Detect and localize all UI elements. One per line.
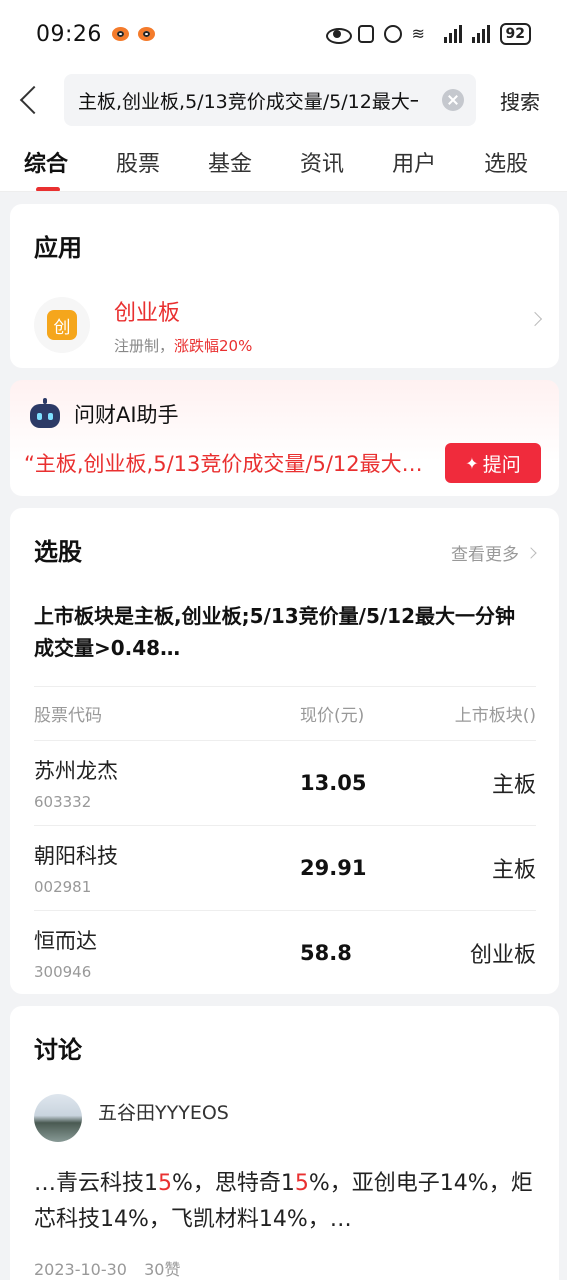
stock-picker-card: 选股 查看更多 上市板块是主板,创业板;5/13竞价量/5/12最大一分钟成交量… (10, 508, 559, 994)
search-box[interactable]: 主板,创业板,5/13竞价成交量/5/12最大一分钟成交量 (64, 74, 476, 126)
picker-table: 股票代码 现价(元) 上市板块() 苏州龙杰 603332 13.05 主板 朝阳… (34, 686, 536, 995)
app-name: 创业板 (114, 300, 181, 326)
avatar[interactable] (34, 1094, 82, 1142)
status-bar: 09:26 ≋ 92 (0, 0, 567, 68)
stock-name: 朝阳科技 (34, 844, 118, 868)
view-more-link[interactable]: 查看更多 (451, 540, 537, 565)
stock-code: 002981 (34, 878, 92, 896)
post-meta: 2023-10-30 30赞 (34, 1256, 180, 1280)
signal-icon (443, 25, 462, 43)
search-button[interactable]: 搜索 (500, 86, 540, 115)
stock-board: 创业板 (469, 943, 536, 968)
search-header: 主板,创业板,5/13竞价成交量/5/12最大一分钟成交量 搜索 (0, 68, 567, 132)
nfc-icon (357, 25, 374, 43)
stock-code: 300946 (34, 963, 92, 981)
wifi-icon: ≋ (411, 24, 425, 43)
stock-name: 苏州龙杰 (34, 759, 118, 783)
weibo-icon (136, 25, 158, 43)
ai-query[interactable]: “主板,创业板,5/13竞价成交量/5/12最大一分钟成交量 (24, 448, 434, 478)
username[interactable]: 五谷田YYYEOS (98, 1098, 229, 1125)
app-desc: 注册制，涨跌幅20% (114, 336, 253, 355)
tab-comprehensive[interactable]: 综合 (24, 146, 68, 191)
weibo-icon (110, 25, 132, 43)
discussion-title: 讨论 (34, 1036, 82, 1064)
status-time: 09:26 (36, 21, 102, 47)
stock-price: 58.8 (300, 941, 352, 965)
stock-price: 13.05 (300, 771, 367, 795)
post-date: 2023-10-30 (34, 1260, 127, 1279)
post-likes: 30赞 (144, 1260, 181, 1279)
search-input[interactable]: 主板,创业板,5/13竞价成交量/5/12最大一分钟成交量 (78, 87, 418, 114)
battery-indicator: 92 (499, 23, 531, 45)
app-item-chinext[interactable]: 创 创业板 注册制，涨跌幅20% (34, 290, 544, 360)
picker-criteria[interactable]: 上市板块是主板,创业板;5/13竞价量/5/12最大一分钟成交量>0.48… (34, 600, 534, 664)
status-icons: ≋ 92 (325, 23, 531, 45)
tab-news[interactable]: 资讯 (300, 146, 344, 178)
chevron-right-icon (527, 311, 543, 327)
ai-title: 问财AI助手 (74, 403, 179, 427)
discussion-card: 讨论 五谷田YYYEOS …青云科技15%，思特奇15%，亚创电子14%，炬芯科… (10, 1006, 559, 1280)
app-icon-wrap: 创 (34, 297, 90, 353)
stock-board: 主板 (491, 773, 536, 798)
chevron-right-icon (525, 546, 537, 559)
robot-icon (28, 398, 62, 430)
column-header: 股票代码 (34, 706, 102, 726)
stock-board: 主板 (491, 858, 536, 883)
stock-code: 603332 (34, 793, 92, 811)
table-header: 股票代码 现价(元) 上市板块() (34, 686, 536, 740)
table-row[interactable]: 恒而达 300946 58.8 创业板 (34, 910, 536, 995)
back-icon[interactable] (10, 72, 56, 128)
clear-icon[interactable] (442, 89, 464, 111)
picker-title: 选股 (34, 538, 82, 566)
stock-price: 29.91 (300, 856, 367, 880)
tab-stock-picker[interactable]: 选股 (484, 146, 528, 178)
table-row[interactable]: 苏州龙杰 603332 13.05 主板 (34, 740, 536, 825)
post-text[interactable]: …青云科技15%，思特奇15%，亚创电子14%，炬芯科技14%，飞凯材料14%，… (34, 1166, 539, 1238)
post-author[interactable]: 五谷田YYYEOS (34, 1094, 229, 1142)
tab-bar: 综合 股票 基金 资讯 用户 选股 (0, 132, 567, 192)
signal-icon (471, 25, 490, 43)
apps-card: 应用 创 创业板 注册制，涨跌幅20% (10, 204, 559, 368)
alarm-icon (383, 25, 402, 43)
chinext-icon: 创 (47, 310, 77, 340)
table-row[interactable]: 朝阳科技 002981 29.91 主板 (34, 825, 536, 910)
eye-icon (325, 24, 352, 44)
apps-title: 应用 (34, 234, 82, 262)
sparkle-icon: ✦ (465, 453, 479, 473)
tab-users[interactable]: 用户 (392, 146, 436, 178)
ai-assistant-card: 问财AI助手 “主板,创业板,5/13竞价成交量/5/12最大一分钟成交量 ✦ … (10, 380, 559, 496)
ask-button[interactable]: ✦ 提问 (445, 443, 541, 483)
column-header: 上市板块() (454, 706, 536, 726)
tab-stocks[interactable]: 股票 (116, 146, 160, 178)
tab-funds[interactable]: 基金 (208, 146, 252, 178)
column-header: 现价(元) (300, 706, 365, 726)
stock-name: 恒而达 (34, 929, 97, 953)
